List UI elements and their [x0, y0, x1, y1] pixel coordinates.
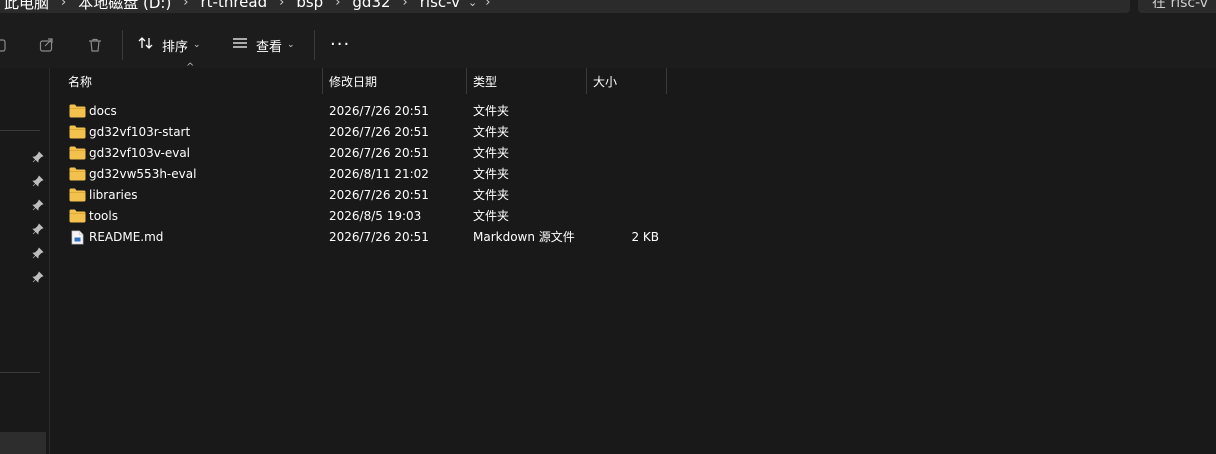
file-type: 文件夹: [473, 188, 510, 202]
folder-icon: [69, 125, 86, 139]
file-date: 2026/7/26 20:51: [329, 146, 429, 160]
chevron-right-icon[interactable]: ›: [395, 0, 416, 10]
sort-label: 排序: [162, 39, 189, 55]
file-size: [596, 143, 659, 164]
view-button[interactable]: 查看 ⌄: [232, 34, 295, 56]
toolbar-divider: [122, 30, 123, 60]
file-date: 2026/7/26 20:51: [329, 230, 429, 244]
file-size: 2 KB: [631, 230, 659, 244]
file-name: gd32vf103r-start: [89, 125, 191, 139]
sort-button[interactable]: 排序 ⌄: [138, 34, 201, 56]
folder-icon: [69, 209, 86, 223]
pin-icon[interactable]: [32, 199, 44, 211]
file-date: 2026/7/26 20:51: [329, 188, 429, 202]
file-size: [596, 185, 659, 206]
column-header-date[interactable]: 修改日期: [323, 68, 467, 94]
folder-icon: [69, 104, 86, 118]
chevron-down-icon: ⌄: [193, 40, 201, 50]
markdown-file-icon: [71, 230, 88, 245]
chevron-right-icon[interactable]: ›: [53, 0, 74, 10]
file-name: README.md: [89, 230, 164, 244]
address-bar: 此电脑 › 本地磁盘 (D:) › rt-thread › bsp › gd32…: [0, 0, 1216, 22]
file-name: gd32vw553h-eval: [89, 167, 197, 181]
column-header-size[interactable]: 大小: [587, 68, 667, 94]
search-input[interactable]: 在 risc-v: [1138, 0, 1216, 13]
breadcrumb-item-drive-d[interactable]: 本地磁盘 (D:): [74, 0, 175, 13]
more-options-button[interactable]: ···: [330, 34, 350, 55]
file-date: 2026/7/26 20:51: [329, 125, 429, 139]
file-date: 2026/8/11 21:02: [329, 167, 429, 181]
nav-divider: [0, 372, 40, 373]
delete-icon[interactable]: [86, 36, 104, 54]
toolbar-divider: [314, 30, 315, 60]
folder-icon: [69, 167, 86, 181]
file-name: docs: [89, 104, 117, 118]
file-size: [596, 101, 659, 122]
list-item[interactable]: gd32vf103v-eval 2026/7/26 20:51 文件夹: [50, 143, 670, 164]
file-type: 文件夹: [473, 146, 510, 160]
file-type: 文件夹: [473, 167, 510, 181]
chevron-right-icon[interactable]: ›: [327, 0, 348, 10]
file-type: 文件夹: [473, 104, 510, 118]
breadcrumb-item-rt-thread[interactable]: rt-thread: [197, 0, 272, 11]
pin-icon[interactable]: [32, 223, 44, 235]
view-list-icon: [232, 36, 248, 54]
breadcrumb-item-gd32[interactable]: gd32: [348, 0, 394, 11]
list-item[interactable]: README.md 2026/7/26 20:51 Markdown 源文件 2…: [50, 227, 670, 248]
view-label: 查看: [256, 39, 283, 55]
nav-divider: [0, 130, 40, 131]
chevron-right-icon[interactable]: ›: [271, 0, 292, 10]
file-date: 2026/8/5 19:03: [329, 209, 422, 223]
share-icon[interactable]: [38, 36, 56, 54]
list-item[interactable]: tools 2026/8/5 19:03 文件夹: [50, 206, 670, 227]
chevron-down-icon[interactable]: ⌄: [468, 0, 477, 9]
file-name: tools: [89, 209, 118, 223]
column-header-name[interactable]: 名称: [62, 68, 323, 94]
file-size: [596, 164, 659, 185]
file-date: 2026/7/26 20:51: [329, 104, 429, 118]
breadcrumb-item-risc-v[interactable]: risc-v: [416, 0, 464, 11]
file-name: gd32vf103v-eval: [89, 146, 191, 160]
copy-icon[interactable]: [0, 36, 10, 54]
pin-icon[interactable]: [32, 151, 44, 163]
list-item[interactable]: gd32vf103r-start 2026/7/26 20:51 文件夹: [50, 122, 670, 143]
breadcrumb[interactable]: 此电脑 › 本地磁盘 (D:) › rt-thread › bsp › gd32…: [0, 0, 1130, 13]
list-item[interactable]: libraries 2026/7/26 20:51 文件夹: [50, 185, 670, 206]
sort-icon: [138, 36, 154, 54]
list-item[interactable]: gd32vw553h-eval 2026/8/11 21:02 文件夹: [50, 164, 670, 185]
file-type: 文件夹: [473, 125, 510, 139]
file-list: ^ 名称 修改日期 类型 大小 docs 2026/7/26 20:51 文件夹…: [50, 62, 1216, 454]
folder-icon: [69, 188, 86, 202]
pin-icon[interactable]: [32, 247, 44, 259]
breadcrumb-item-bsp[interactable]: bsp: [292, 0, 327, 11]
navigation-pane: [0, 68, 50, 454]
chevron-right-icon[interactable]: ›: [175, 0, 196, 10]
file-name: libraries: [89, 188, 138, 202]
file-size: [596, 122, 659, 143]
pin-icon[interactable]: [32, 175, 44, 187]
nav-item-selected[interactable]: [0, 432, 46, 454]
file-type: 文件夹: [473, 209, 510, 223]
chevron-right-icon[interactable]: ›: [477, 0, 498, 10]
file-explorer-window: 此电脑 › 本地磁盘 (D:) › rt-thread › bsp › gd32…: [0, 0, 1216, 454]
pin-icon[interactable]: [32, 271, 44, 283]
chevron-down-icon: ⌄: [287, 40, 295, 50]
file-size: [596, 206, 659, 227]
list-item[interactable]: docs 2026/7/26 20:51 文件夹: [50, 101, 670, 122]
column-header-type[interactable]: 类型: [467, 68, 587, 94]
command-bar: 排序 ⌄ 查看 ⌄ ···: [0, 22, 1216, 68]
folder-icon: [69, 146, 86, 160]
file-type: Markdown 源文件: [473, 230, 575, 244]
breadcrumb-item-this-pc[interactable]: 此电脑: [0, 0, 53, 13]
